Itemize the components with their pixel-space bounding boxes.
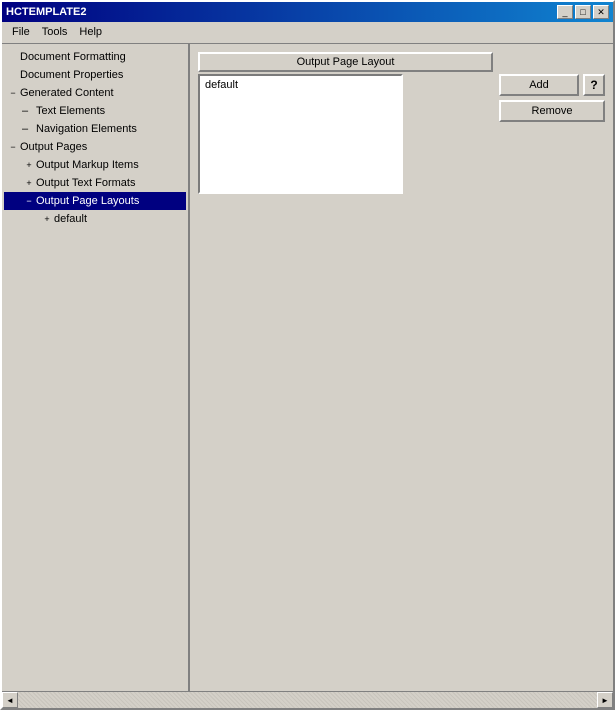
main-content: Document Formatting Document Properties …: [2, 44, 613, 691]
tree-label-generated-content: Generated Content: [20, 85, 114, 101]
menu-file[interactable]: File: [6, 24, 36, 41]
title-bar: HCTEMPLATE2 _ □ ✕: [2, 2, 613, 22]
minimize-button[interactable]: _: [557, 5, 573, 19]
collapse-icon: −: [22, 193, 36, 209]
horizontal-scrollbar: ◄ ►: [2, 691, 613, 708]
tree-label-text-elements: Text Elements: [36, 103, 105, 119]
tree-item-default[interactable]: + default: [4, 210, 186, 228]
expand-icon: +: [22, 157, 36, 173]
scroll-right-button[interactable]: ►: [597, 692, 613, 708]
tree-item-output-pages[interactable]: − Output Pages: [4, 138, 186, 156]
scroll-left-button[interactable]: ◄: [2, 692, 18, 708]
tree-item-doc-formatting[interactable]: Document Formatting: [4, 48, 186, 66]
list-item-default[interactable]: default: [202, 78, 399, 92]
menubar: File Tools Help: [2, 22, 613, 44]
close-button[interactable]: ✕: [593, 5, 609, 19]
remove-button[interactable]: Remove: [499, 100, 605, 122]
tree-label-output-text-formats: Output Text Formats: [36, 175, 135, 191]
tree-item-nav-elements[interactable]: – Navigation Elements: [4, 120, 186, 138]
window-title: HCTEMPLATE2: [6, 6, 86, 18]
leaf-dash: –: [22, 103, 36, 119]
tree-item-output-page-layouts[interactable]: − Output Page Layouts: [4, 192, 186, 210]
scroll-track[interactable]: [18, 692, 597, 708]
menu-tools[interactable]: Tools: [36, 24, 74, 41]
list-area: Output Page Layout default: [198, 52, 493, 194]
buttons-area: Add ? Remove: [499, 52, 605, 122]
tree-item-output-text-formats[interactable]: + Output Text Formats: [4, 174, 186, 192]
tree-label-output-page-layouts: Output Page Layouts: [36, 193, 139, 209]
tree-item-output-markup[interactable]: + Output Markup Items: [4, 156, 186, 174]
window-controls: _ □ ✕: [557, 5, 609, 19]
tree-panel: Document Formatting Document Properties …: [2, 44, 190, 691]
expand-icon: +: [40, 211, 54, 227]
tree-label-output-pages: Output Pages: [20, 139, 87, 155]
menu-help[interactable]: Help: [73, 24, 108, 41]
tree-item-doc-properties[interactable]: Document Properties: [4, 66, 186, 84]
tree-label-doc-formatting: Document Formatting: [20, 49, 126, 65]
collapse-icon: −: [6, 139, 20, 155]
tree-item-generated-content[interactable]: − Generated Content: [4, 84, 186, 102]
expand-icon: +: [22, 175, 36, 191]
tree-item-text-elements[interactable]: – Text Elements: [4, 102, 186, 120]
help-button[interactable]: ?: [583, 74, 605, 96]
add-button[interactable]: Add: [499, 74, 579, 96]
leaf-dash: –: [22, 121, 36, 137]
maximize-button[interactable]: □: [575, 5, 591, 19]
list-header: Output Page Layout: [198, 52, 493, 72]
right-panel: Output Page Layout default Add ? Remove: [190, 44, 613, 691]
list-box[interactable]: default: [198, 74, 403, 194]
main-window: HCTEMPLATE2 _ □ ✕ File Tools Help Docume…: [0, 0, 615, 710]
right-top-area: Output Page Layout default Add ? Remove: [198, 52, 605, 194]
tree-label-output-markup: Output Markup Items: [36, 157, 139, 173]
tree-label-doc-properties: Document Properties: [20, 67, 123, 83]
collapse-icon: −: [6, 85, 20, 101]
tree-label-nav-elements: Navigation Elements: [36, 121, 137, 137]
tree-label-default: default: [54, 211, 87, 227]
